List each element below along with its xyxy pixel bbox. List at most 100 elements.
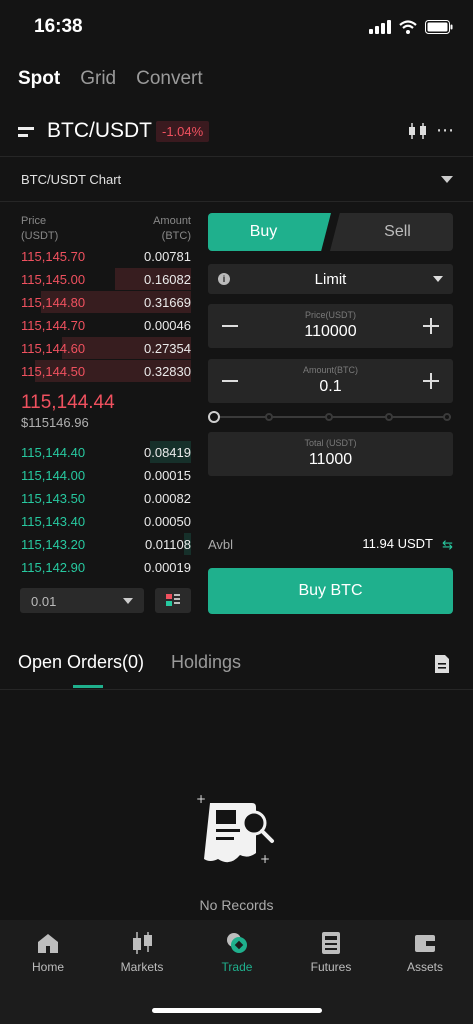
orders-tabs: Open Orders(0) Holdings [18, 652, 458, 688]
ask-row[interactable]: 115,144.80 0.31669 [21, 291, 191, 314]
amount-input[interactable]: 0.1 [208, 378, 453, 396]
bid-amount: 0.00082 [144, 491, 191, 506]
nav-markets[interactable]: Markets [102, 930, 182, 974]
pair-menu-icon[interactable] [18, 125, 36, 139]
price-unit: (USDT) [21, 230, 59, 242]
total-field[interactable]: Total (USDT) 11000 [208, 432, 453, 476]
precision-value: 0.01 [31, 594, 57, 609]
total-input[interactable]: 11000 [208, 451, 453, 469]
pair-change-badge: -1.04% [156, 121, 210, 142]
ask-amount: 0.32830 [144, 364, 191, 379]
price-increase-button[interactable] [423, 318, 439, 334]
chevron-down-icon [123, 598, 133, 604]
signal-icon [369, 20, 391, 34]
battery-icon [425, 20, 453, 34]
trade-panel: Buy Sell i Limit Price(USDT) 110000 Amou… [208, 213, 453, 614]
buy-btc-button[interactable]: Buy BTC [208, 568, 453, 614]
amount-stepper[interactable]: Amount(BTC) 0.1 [208, 359, 453, 403]
bid-row[interactable]: 115,143.40 0.00050 [21, 510, 191, 533]
price-header: Price [21, 215, 47, 227]
tab-holdings[interactable]: Holdings [171, 652, 241, 673]
asks-list: 115,145.70 0.00781 115,145.00 0.16082 115,… [21, 245, 191, 383]
ask-amount: 0.00046 [144, 318, 191, 333]
order-book-layout-icon [166, 594, 180, 606]
precision-select[interactable]: 0.01 [20, 588, 144, 613]
empty-text: No Records [199, 897, 274, 913]
trade-icon [227, 933, 247, 953]
tab-convert[interactable]: Convert [136, 68, 203, 90]
nav-home[interactable]: Home [8, 930, 88, 974]
bid-amount: 0.00015 [144, 468, 191, 483]
last-price-usd: $115146.96 [21, 415, 89, 430]
bid-amount: 0.01108 [144, 537, 191, 552]
bid-row[interactable]: 115,144.00 0.00015 [21, 464, 191, 487]
bid-price: 115,144.40 [21, 445, 86, 460]
amount-slider[interactable] [208, 411, 453, 423]
price-stepper[interactable]: Price(USDT) 110000 [208, 304, 453, 348]
amount-label: Amount(BTC) [302, 365, 358, 375]
ask-price: 115,144.80 [21, 295, 86, 310]
total-label: Total (USDT) [304, 438, 357, 448]
trade-mode-tabs: Spot Grid Convert [18, 68, 203, 90]
slider-thumb[interactable] [208, 411, 220, 423]
ask-row[interactable]: 115,144.60 0.27354 [21, 337, 191, 360]
nav-label: Markets [120, 960, 164, 974]
transfer-icon[interactable]: ⇆ [442, 537, 453, 553]
chart-toggle[interactable]: BTC/USDT Chart [0, 160, 473, 200]
amount-unit: (BTC) [161, 230, 191, 242]
slider-step[interactable] [325, 413, 333, 421]
ask-price: 115,144.60 [21, 341, 86, 356]
bid-row[interactable]: 115,143.20 0.01108 [21, 533, 191, 556]
order-book-layout-button[interactable] [155, 588, 191, 613]
tab-open-orders[interactable]: Open Orders(0) [18, 652, 144, 673]
futures-icon [322, 932, 340, 954]
tab-spot[interactable]: Spot [18, 68, 60, 90]
slider-step[interactable] [265, 413, 273, 421]
last-price[interactable]: 115,144.44 [21, 392, 115, 414]
bid-price: 115,142.90 [21, 560, 86, 575]
status-time: 16:38 [34, 16, 83, 37]
bid-amount: 0.00050 [144, 514, 191, 529]
nav-assets[interactable]: Assets [385, 930, 465, 974]
buy-tab[interactable]: Buy [208, 213, 331, 251]
available-value: 11.94 USDT [362, 536, 433, 551]
ask-row[interactable]: 115,144.70 0.00046 [21, 314, 191, 337]
home-icon [38, 934, 58, 953]
price-input[interactable]: 110000 [208, 323, 453, 341]
sell-tab[interactable]: Sell [330, 213, 453, 251]
status-icons [369, 20, 453, 34]
nav-futures[interactable]: Futures [291, 930, 371, 974]
chart-label: BTC/USDT Chart [21, 172, 122, 187]
tab-grid[interactable]: Grid [80, 68, 116, 90]
wallet-icon [415, 935, 435, 952]
nav-label: Home [31, 960, 64, 974]
nav-trade[interactable]: Trade [197, 930, 277, 974]
pair-name[interactable]: BTC/USDT [47, 119, 152, 143]
ask-amount: 0.31669 [144, 295, 191, 310]
candlestick-icon[interactable] [407, 122, 429, 140]
more-icon[interactable]: ⋯ [436, 120, 455, 141]
home-indicator [152, 1008, 322, 1013]
ask-row[interactable]: 115,145.00 0.16082 [21, 268, 191, 291]
bid-row[interactable]: 115,142.90 0.00019 [21, 556, 191, 579]
divider [0, 201, 473, 202]
pair-header: BTC/USDT -1.04% ⋯ [0, 112, 473, 152]
bid-amount: 0.00019 [144, 560, 191, 575]
divider [0, 689, 473, 690]
amount-increase-button[interactable] [423, 373, 439, 389]
order-type-select[interactable]: i Limit [208, 264, 453, 294]
bid-price: 115,143.40 [21, 514, 86, 529]
bid-price: 115,143.50 [21, 491, 86, 506]
amount-header: Amount [153, 215, 191, 227]
ask-row[interactable]: 115,144.50 0.32830 [21, 360, 191, 383]
bid-row[interactable]: 115,143.50 0.00082 [21, 487, 191, 510]
slider-step[interactable] [443, 413, 451, 421]
empty-records-icon: + + [196, 793, 274, 866]
nav-label: Futures [310, 960, 352, 974]
ask-row[interactable]: 115,145.70 0.00781 [21, 245, 191, 268]
order-history-icon[interactable] [434, 654, 450, 674]
bid-row[interactable]: 115,144.40 0.08419 [21, 441, 191, 464]
slider-step[interactable] [385, 413, 393, 421]
chevron-down-icon [433, 276, 443, 282]
svg-text:+: + [196, 793, 206, 806]
